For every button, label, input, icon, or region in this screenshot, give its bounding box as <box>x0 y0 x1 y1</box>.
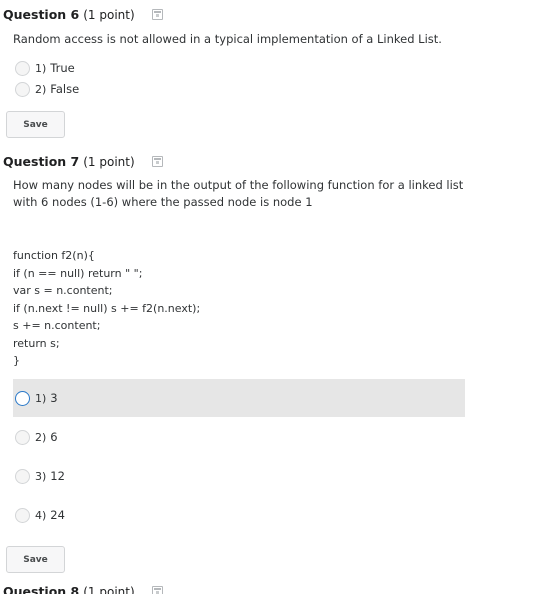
question-8-header: Question 8 (1 point) <box>3 584 163 594</box>
question-8-title: Question 8 <box>3 584 80 594</box>
question-7-text: How many nodes will be in the output of … <box>13 178 464 209</box>
option-number: 4) <box>35 509 47 522</box>
question-6-points: (1 point) <box>83 8 135 22</box>
question-7-option-1[interactable]: 1) 3 <box>13 379 465 417</box>
code-line: function f2(n){ <box>13 249 95 262</box>
question-7-save-button[interactable]: Save <box>6 546 65 573</box>
question-6-title: Question 6 <box>3 7 80 22</box>
radio-button[interactable] <box>15 81 30 97</box>
option-label: True <box>50 61 75 75</box>
radio-button[interactable] <box>15 429 30 445</box>
option-number: 1) <box>35 392 47 405</box>
question-6-option-1[interactable]: 1) True <box>13 57 465 79</box>
option-label: 6 <box>50 430 58 444</box>
code-line: return s; <box>13 336 60 350</box>
code-line: if (n == null) return " "; <box>13 266 143 280</box>
question-7-code: function f2(n){ if (n == null) return " … <box>13 247 200 370</box>
question-7-header: Question 7 (1 point) <box>3 154 163 169</box>
question-6-text: Random access is not allowed in a typica… <box>13 32 442 46</box>
option-number: 1) <box>35 62 47 75</box>
question-7-option-2[interactable]: 2) 6 <box>13 418 465 456</box>
question-7-option-3[interactable]: 3) 12 <box>13 457 465 495</box>
radio-button[interactable] <box>15 60 30 76</box>
option-number: 2) <box>35 83 47 96</box>
question-6-header: Question 6 (1 point) <box>3 7 163 22</box>
option-label: 12 <box>50 469 65 483</box>
question-6-save-button[interactable]: Save <box>6 111 65 138</box>
question-7-title: Question 7 <box>3 154 80 169</box>
code-line: var s = n.content; <box>13 284 113 297</box>
question-7-points: (1 point) <box>83 155 135 169</box>
radio-button[interactable] <box>15 468 30 484</box>
radio-button[interactable] <box>15 507 30 523</box>
option-label: 24 <box>50 508 65 522</box>
bookmark-flag-icon[interactable] <box>151 586 163 594</box>
code-line: } <box>13 354 20 367</box>
radio-button-selected[interactable] <box>15 390 30 406</box>
bookmark-flag-icon[interactable] <box>151 156 163 167</box>
option-number: 3) <box>35 470 47 483</box>
option-label: False <box>50 82 80 96</box>
question-8-points: (1 point) <box>83 585 135 594</box>
quiz-page: Question 6 (1 point) Random access is no… <box>0 0 536 594</box>
option-number: 2) <box>35 431 47 444</box>
code-line: if (n.next != null) s += f2(n.next); <box>13 301 201 315</box>
question-7-option-4[interactable]: 4) 24 <box>13 496 465 534</box>
code-line: s += n.content; <box>13 319 101 332</box>
question-6-option-2[interactable]: 2) False <box>13 78 465 100</box>
bookmark-flag-icon[interactable] <box>151 9 163 20</box>
option-label: 3 <box>50 391 58 405</box>
